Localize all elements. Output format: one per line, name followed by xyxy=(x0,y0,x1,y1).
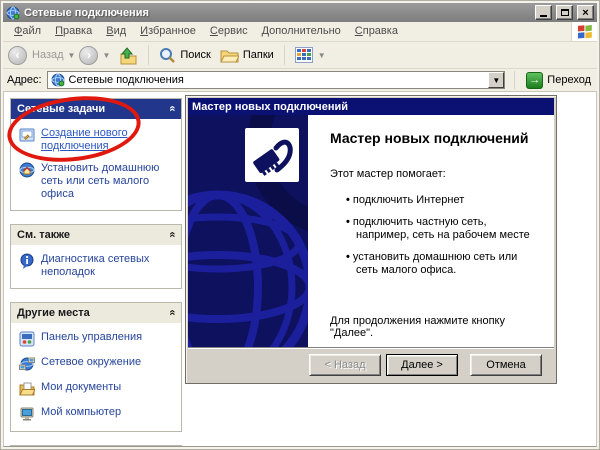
folders-icon xyxy=(220,50,239,63)
maximize-button[interactable] xyxy=(556,5,573,20)
link-network-places[interactable]: Сетевое окружение xyxy=(19,356,175,372)
network-globe-icon xyxy=(51,73,65,87)
menu-tools[interactable]: Сервис xyxy=(203,22,255,41)
back-button[interactable]: ‹ xyxy=(8,45,27,65)
bullet-item: подключить частную сеть, например, сеть … xyxy=(346,216,538,242)
link-label[interactable]: Сетевое окружение xyxy=(41,356,141,369)
chevron-up-icon[interactable]: » xyxy=(166,232,178,237)
panel-header-other-places[interactable]: Другие места » xyxy=(11,303,181,323)
views-icon xyxy=(294,47,313,63)
menu-bar: Файл Правка Вид Избранное Сервис Дополни… xyxy=(3,22,597,42)
task-label[interactable]: Создание нового подключения xyxy=(41,127,175,153)
wizard-content: Мастер новых подключений Этот мастер пом… xyxy=(308,115,554,347)
panel-header-see-also[interactable]: См. также » xyxy=(11,225,181,245)
link-network-diagnostics[interactable]: Диагностика сетевых неполадок xyxy=(19,253,175,279)
address-value: Сетевые подключения xyxy=(68,74,184,86)
explorer-window: Сетевые подключения × Файл Правка Вид Из… xyxy=(0,0,600,450)
folders-button[interactable]: Папки xyxy=(217,47,277,63)
address-bar: Адрес: Сетевые подключения ▼ → Переход xyxy=(3,69,597,92)
forward-dropdown-icon[interactable]: ▼ xyxy=(102,51,110,60)
menu-view[interactable]: Вид xyxy=(99,22,133,41)
panel-other-places: Другие места » Панель управления Сетевое… xyxy=(10,302,182,432)
wizard-button-row: < Назад Далее > Отмена xyxy=(188,347,554,381)
wizard-intro-text: Этот мастер помогает: xyxy=(330,168,446,180)
menu-favorites[interactable]: Избранное xyxy=(133,22,203,41)
views-button[interactable]: ▼ xyxy=(292,47,330,63)
menu-help[interactable]: Справка xyxy=(348,22,405,41)
task-pane-sidebar: Сетевые задачи » Создание нового подключ… xyxy=(4,92,182,447)
window-title: Сетевые подключения xyxy=(24,6,149,19)
task-label[interactable]: Установить домашнюю сеть или сеть малого… xyxy=(41,162,175,201)
windows-flag-icon xyxy=(571,22,597,41)
views-dropdown-icon[interactable]: ▼ xyxy=(318,51,326,60)
back-wizard-button[interactable]: < Назад xyxy=(309,353,381,376)
bullet-item: установить домашнюю сеть или сеть малого… xyxy=(346,251,538,277)
bullet-item: подключить Интернет xyxy=(346,194,538,207)
panel-see-also: См. также » Диагностика сетевых неполадо… xyxy=(10,224,182,289)
panel-header-network-tasks[interactable]: Сетевые задачи » xyxy=(11,99,181,119)
panel-title: См. также xyxy=(17,229,70,241)
connection-plug-icon xyxy=(245,128,299,182)
search-button[interactable]: Поиск xyxy=(156,47,213,64)
wizard-footer-note: Для продолжения нажмите кнопку "Далее". xyxy=(330,315,505,339)
chevron-up-icon[interactable]: » xyxy=(166,106,178,111)
forward-button[interactable]: › xyxy=(79,45,99,65)
search-button-label: Поиск xyxy=(180,49,211,61)
go-button[interactable]: → Переход xyxy=(524,71,593,89)
menu-file[interactable]: Файл xyxy=(7,22,48,41)
home-network-icon xyxy=(19,162,35,178)
new-connection-wizard-icon xyxy=(19,127,35,143)
folder-view: Сетевые задачи » Создание нового подключ… xyxy=(3,92,597,447)
up-folder-icon xyxy=(120,46,137,64)
link-my-documents[interactable]: Мои документы xyxy=(19,381,175,397)
panel-header-details[interactable]: Подробно » xyxy=(11,446,181,447)
control-panel-icon xyxy=(19,331,35,347)
link-label[interactable]: Мой компьютер xyxy=(41,406,121,419)
new-connection-wizard-dialog: Мастер новых подключений Мастер новых по… xyxy=(185,95,557,384)
back-dropdown-icon[interactable]: ▼ xyxy=(68,51,76,60)
network-places-icon xyxy=(19,356,35,372)
cancel-wizard-button[interactable]: Отмена xyxy=(470,353,542,376)
wizard-title-bar[interactable]: Мастер новых подключений xyxy=(188,98,554,115)
toolbar: ‹ Назад ▼ › ▼ Поиск Папки ▼ xyxy=(3,42,597,69)
search-icon xyxy=(160,47,176,63)
title-bar: Сетевые подключения × xyxy=(3,3,597,22)
chevron-up-icon[interactable]: » xyxy=(166,310,178,315)
back-button-label: Назад xyxy=(32,49,64,61)
next-wizard-button[interactable]: Далее > xyxy=(386,353,458,376)
wizard-heading: Мастер новых подключений xyxy=(330,130,529,146)
go-button-label: Переход xyxy=(547,74,591,86)
info-balloon-icon xyxy=(19,253,35,269)
panel-title: Сетевые задачи xyxy=(17,103,106,115)
menu-edit[interactable]: Правка xyxy=(48,22,99,41)
wizard-watermark-panel xyxy=(188,115,308,347)
link-label[interactable]: Диагностика сетевых неполадок xyxy=(41,253,175,279)
panel-network-tasks: Сетевые задачи » Создание нового подключ… xyxy=(4,92,182,211)
close-button[interactable]: × xyxy=(577,5,594,20)
link-label[interactable]: Мои документы xyxy=(41,381,121,394)
go-arrow-icon: → xyxy=(526,71,544,89)
panel-title: Другие места xyxy=(17,307,90,319)
network-globe-icon xyxy=(6,6,20,20)
menu-advanced[interactable]: Дополнительно xyxy=(255,22,348,41)
task-create-new-connection[interactable]: Создание нового подключения xyxy=(19,127,175,153)
address-dropdown-button[interactable]: ▼ xyxy=(488,72,505,88)
wizard-title: Мастер новых подключений xyxy=(192,100,348,113)
folders-button-label: Папки xyxy=(242,49,274,61)
link-control-panel[interactable]: Панель управления xyxy=(19,331,175,347)
my-documents-folder-icon xyxy=(19,381,35,397)
link-my-computer[interactable]: Мой компьютер xyxy=(19,406,175,422)
panel-details: Подробно » Сетевые подключения Системная… xyxy=(10,445,182,447)
wizard-bullet-list: подключить Интернет подключить частную с… xyxy=(346,194,538,277)
address-input[interactable]: Сетевые подключения ▼ xyxy=(46,71,506,89)
up-button[interactable] xyxy=(114,46,141,65)
my-computer-icon xyxy=(19,406,35,422)
link-label[interactable]: Панель управления xyxy=(41,331,142,344)
address-label: Адрес: xyxy=(7,74,42,86)
task-setup-home-network[interactable]: Установить домашнюю сеть или сеть малого… xyxy=(19,162,175,201)
minimize-button[interactable] xyxy=(535,5,552,20)
